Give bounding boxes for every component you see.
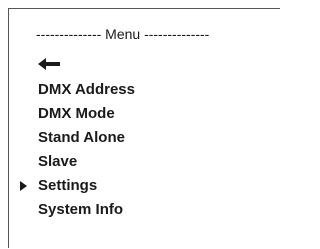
menu-item-label: Slave [38,153,78,170]
menu-item-system-info[interactable]: System Info [0,198,135,222]
menu-item-label: Settings [38,177,98,194]
menu-item-label: DMX Address [38,81,135,98]
menu-item-label: Stand Alone [38,129,125,146]
left-arrow-icon[interactable] [38,58,60,70]
menu-item-dmx-mode[interactable]: DMX Mode [0,102,135,126]
menu-item-slave[interactable]: Slave [0,150,135,174]
menu-item-stand-alone[interactable]: Stand Alone [0,126,135,150]
selector-arrow-icon [20,181,27,191]
menu-item-label: DMX Mode [38,105,115,122]
menu-title: -------------- Menu -------------- [36,26,210,42]
menu-item-label: System Info [38,201,124,218]
menu-item-dmx-address[interactable]: DMX Address [0,78,135,102]
menu-item-settings[interactable]: Settings [0,174,135,198]
menu-list: DMX Address DMX Mode Stand Alone Slave S… [0,78,135,222]
